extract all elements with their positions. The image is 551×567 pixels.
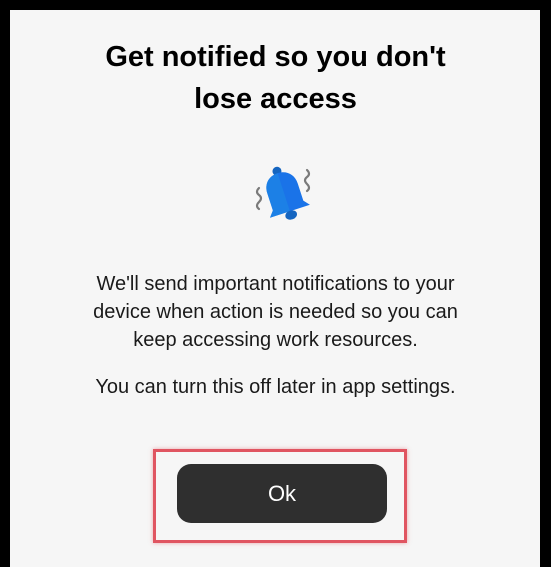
dialog-title: Get notified so you don't lose access [0,36,551,120]
dialog-title-line-1: Get notified so you don't [105,41,446,73]
bell-notification-icon [255,166,311,220]
settings-note: You can turn this off later in app setti… [95,376,456,398]
dialog-description-line-3: keep accessing work resources. [133,329,418,351]
dialog-description-line-2: device when action is needed so you can [93,301,458,323]
screenshot-frame: Get notified so you don't lose access We… [0,0,551,567]
dialog-title-line-2: lose access [194,83,357,115]
ok-button[interactable]: Ok [177,464,387,523]
dialog-description: We'll send important notifications to yo… [30,270,521,354]
dialog-description-line-1: We'll send important notifications to yo… [96,273,455,295]
